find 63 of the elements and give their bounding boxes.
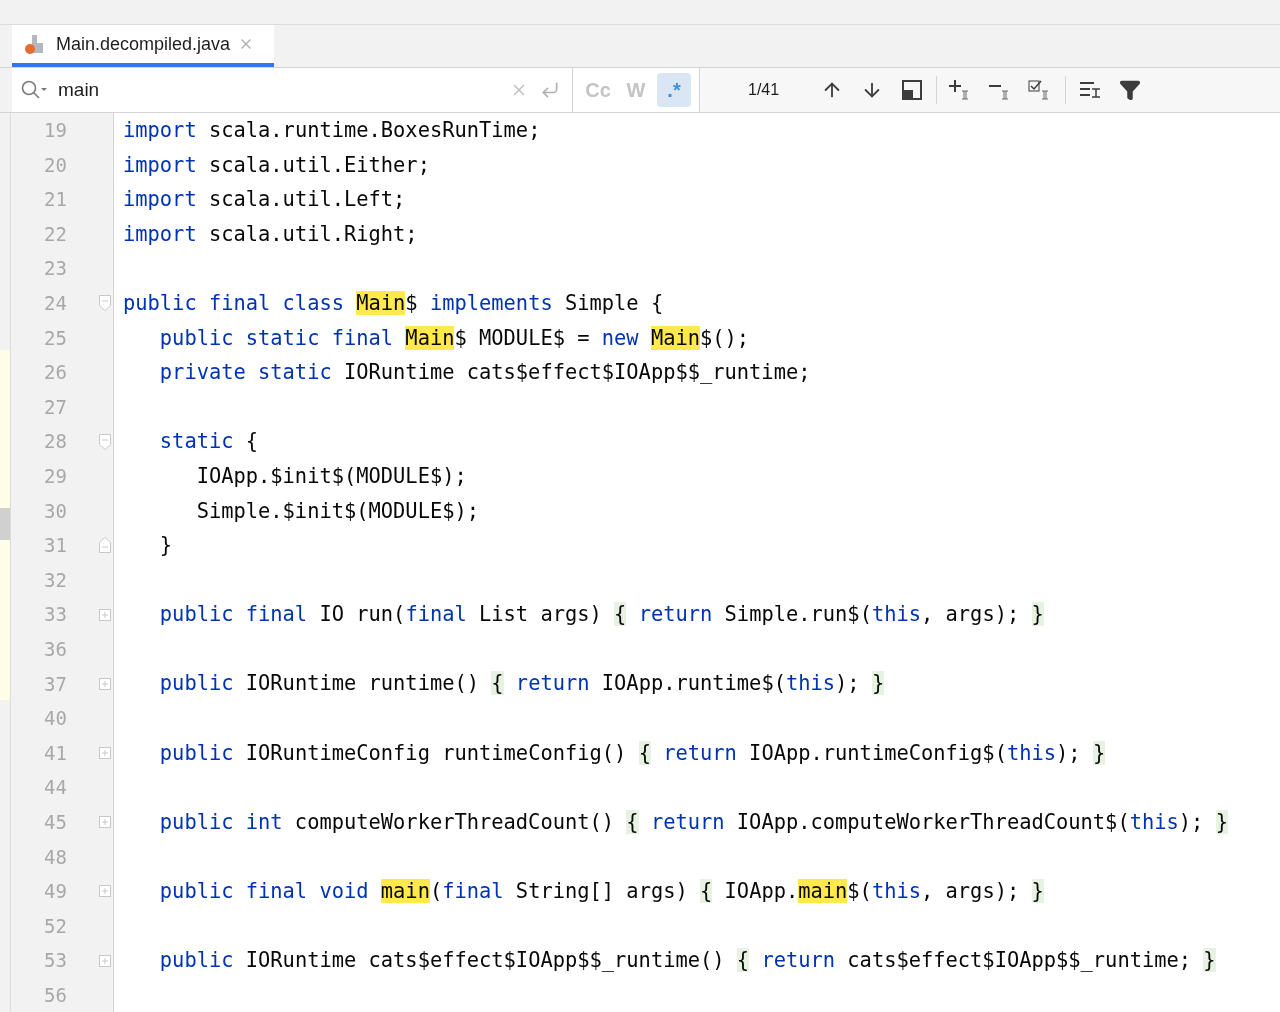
line-number: 30 xyxy=(43,498,67,524)
filter-icon xyxy=(1119,79,1141,101)
fold-expand-icon[interactable] xyxy=(99,816,111,829)
code-line: Simple.$init$(MODULE$); xyxy=(195,497,479,525)
search-option-toggle[interactable]: W xyxy=(619,73,653,107)
line-number: 33 xyxy=(43,602,67,628)
line-number: 22 xyxy=(43,221,67,247)
code-line: public final IO run(final List args) { return Simple.run$(this, args); } xyxy=(158,601,1044,629)
fold-expand-icon[interactable] xyxy=(99,954,111,967)
fold-end-icon[interactable] xyxy=(99,537,111,554)
code-line: static { xyxy=(158,428,259,456)
new-line-icon[interactable] xyxy=(540,80,560,100)
line-number: 45 xyxy=(43,809,67,835)
code-line: IOApp.$init$(MODULE$); xyxy=(195,462,467,490)
code-line: public final class Main$ implements Simple { xyxy=(123,289,664,317)
line-number: 52 xyxy=(43,913,67,939)
code-line: import scala.util.Right; xyxy=(123,220,418,248)
search-icon[interactable] xyxy=(20,79,50,101)
code-line: import scala.runtime.BoxesRunTime; xyxy=(123,117,541,144)
code-line: import scala.util.Either; xyxy=(123,151,430,179)
fold-collapse-icon[interactable] xyxy=(99,433,111,450)
square-icon xyxy=(902,80,922,100)
code-line: public final void main(final String[] args) { IOApp.main$(this, args); } xyxy=(158,878,1044,906)
code-line: public IORuntime runtime() { return IOApp.runtime$(this); } xyxy=(158,670,885,698)
line-number: 56 xyxy=(43,982,67,1008)
search-option-toggle[interactable]: .* xyxy=(657,73,691,107)
line-number: 19 xyxy=(43,118,67,144)
line-number: 36 xyxy=(43,636,67,662)
line-number: 24 xyxy=(43,291,67,316)
line-number: 41 xyxy=(43,740,67,766)
code-line: public int computeWorkerThreadCount() { return IOApp.computeWorkerThreadCount$(this); } xyxy=(158,808,1228,836)
line-number: 40 xyxy=(43,706,67,732)
search-option-toggle[interactable]: Cc xyxy=(581,73,615,107)
line-number: 31 xyxy=(43,533,67,559)
line-number: 26 xyxy=(43,360,67,386)
fold-expand-icon[interactable] xyxy=(99,677,111,690)
line-number: 23 xyxy=(43,256,67,282)
code-line: import scala.util.Left; xyxy=(123,186,406,214)
line-number: 21 xyxy=(43,187,67,213)
line-number: 25 xyxy=(43,325,67,351)
tab-label: Main.decompiled.java xyxy=(56,32,231,56)
code-line: public IORuntime cats$effect$IOApp$$_runtime() { return cats$effect$IOApp$$_runtime; } xyxy=(158,947,1216,975)
line-number: 44 xyxy=(43,775,67,801)
fold-expand-icon[interactable] xyxy=(99,885,111,898)
match-count: 1/41 xyxy=(748,80,781,100)
code-line: public IORuntimeConfig runtimeConfig() { return IOApp.runtimeConfig$(this); } xyxy=(158,739,1106,767)
fold-expand-icon[interactable] xyxy=(99,747,111,759)
line-number: 48 xyxy=(43,844,67,870)
line-number: 53 xyxy=(43,948,67,974)
lines-cursor-icon xyxy=(1078,79,1102,101)
code-line: private static IORuntime cats$effect$IOApp$$_runtime; xyxy=(158,359,811,387)
line-number: 49 xyxy=(43,879,67,905)
line-number: 28 xyxy=(43,429,67,455)
line-number: 37 xyxy=(43,671,67,697)
line-number: 20 xyxy=(43,152,67,178)
line-number: 32 xyxy=(43,567,67,593)
line-number: 29 xyxy=(43,464,67,489)
line-number: 27 xyxy=(43,394,67,420)
fold-expand-icon[interactable] xyxy=(99,608,111,621)
fold-collapse-icon[interactable] xyxy=(99,295,111,312)
code-line: public static final Main$ MODULE$ = new Main$(); xyxy=(158,324,750,352)
code-line: } xyxy=(158,532,173,560)
editor-tab[interactable]: Main.decompiled.java xyxy=(12,25,274,67)
